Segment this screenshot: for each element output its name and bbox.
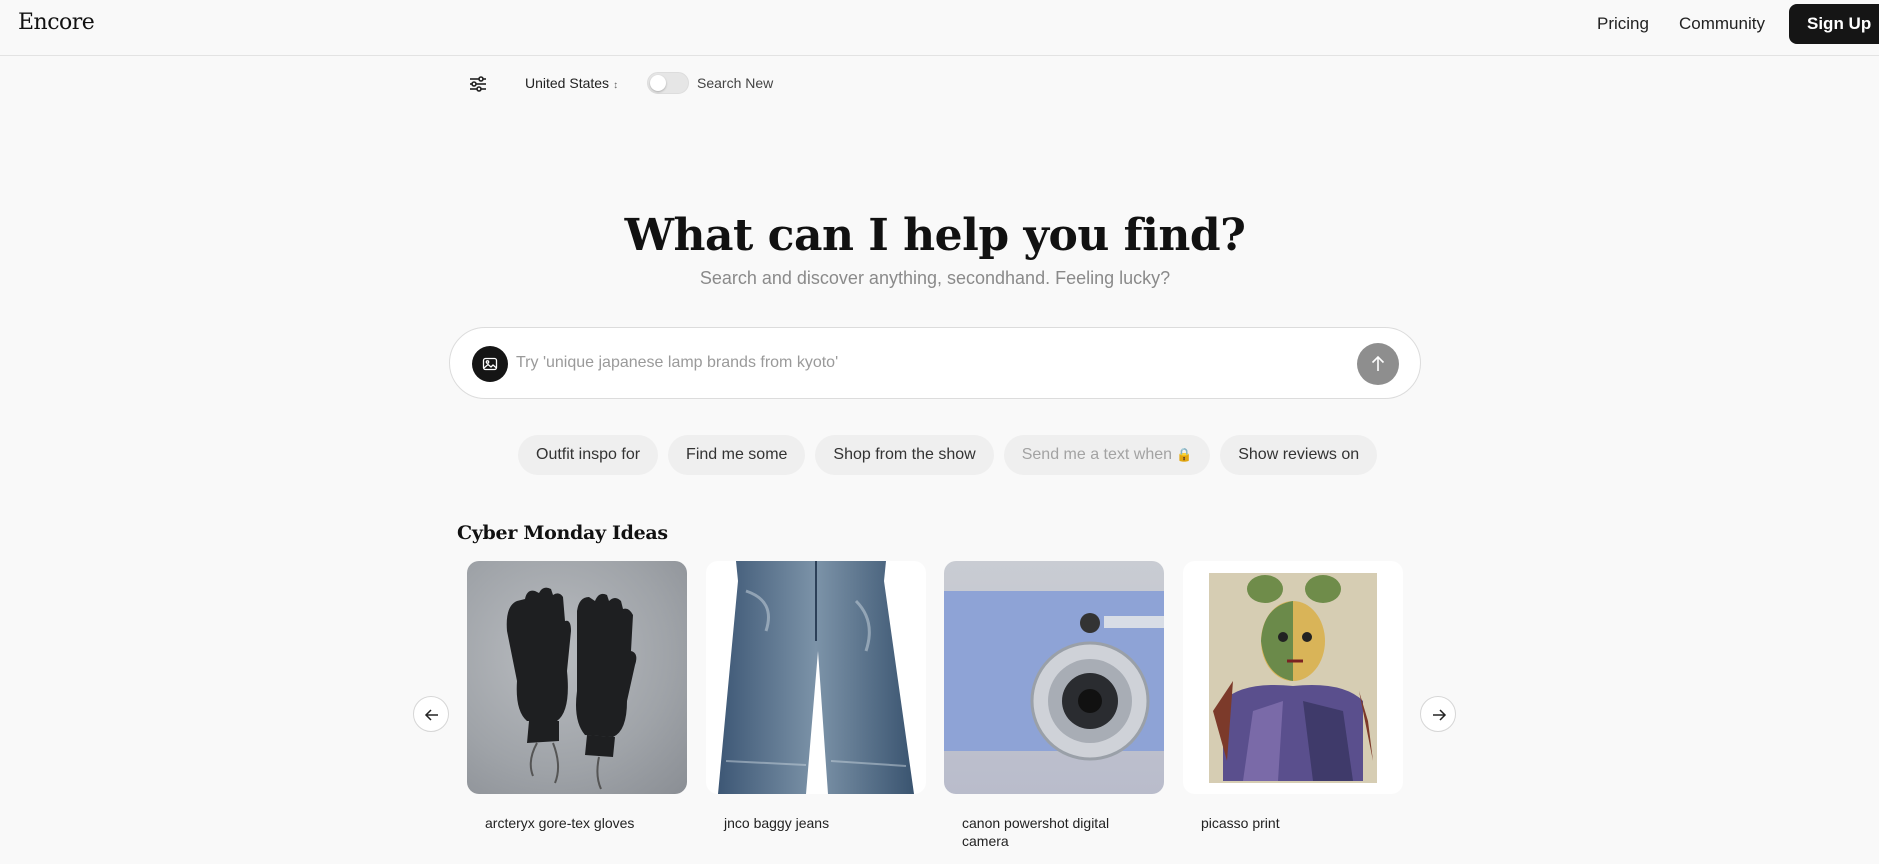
lock-icon: 🔒 (1176, 447, 1193, 462)
nav-link-community[interactable]: Community (1679, 14, 1765, 34)
painting-image (1183, 561, 1403, 794)
search-new-toggle[interactable] (647, 72, 689, 94)
product-card-label: arcteryx gore-tex gloves (485, 815, 635, 831)
search-submit-button[interactable] (1357, 343, 1399, 385)
chip-find-me-some[interactable]: Find me some (668, 435, 806, 475)
suggestion-chips: Outfit inspo for Find me some Shop from … (518, 435, 1378, 475)
jeans-image (706, 561, 926, 794)
arrow-up-icon (1371, 355, 1385, 371)
product-card[interactable]: jnco baggy jeans (706, 561, 926, 832)
arrow-right-icon (1433, 709, 1447, 721)
brand-logo[interactable]: Encore (18, 10, 95, 35)
gloves-image (467, 561, 687, 794)
image-upload-button[interactable] (472, 346, 508, 382)
hero-title: What can I help you find? (624, 210, 1246, 261)
chip-outfit-inspo[interactable]: Outfit inspo for (518, 435, 659, 475)
search-new-label: Search New (697, 75, 774, 91)
search-input[interactable] (516, 350, 1316, 376)
chip-send-text-label: Send me a text when (1021, 446, 1173, 463)
top-navigation: Encore Pricing Community Sign Up (0, 0, 1879, 56)
chip-shop-from-show[interactable]: Shop from the show (815, 435, 994, 475)
product-card[interactable]: canon powershot digital camera (944, 561, 1164, 850)
hero-subtitle: Search and discover anything, secondhand… (699, 268, 1171, 288)
filters-icon[interactable] (468, 74, 488, 94)
search-box (449, 327, 1421, 399)
product-card[interactable]: arcteryx gore-tex gloves (467, 561, 687, 832)
product-card-label: jnco baggy jeans (724, 815, 830, 831)
nav-link-pricing[interactable]: Pricing (1597, 14, 1649, 34)
chip-show-reviews[interactable]: Show reviews on (1220, 435, 1378, 475)
country-select[interactable]: United States ↕ (525, 75, 618, 91)
arrow-left-icon (424, 709, 438, 721)
country-select-value: United States (525, 75, 610, 91)
product-card-label: picasso print (1201, 815, 1280, 831)
carousel-next-button[interactable] (1420, 696, 1456, 732)
section-title: Cyber Monday Ideas (457, 522, 668, 544)
camera-image (944, 561, 1164, 794)
carousel-prev-button[interactable] (413, 696, 449, 732)
product-card-label: canon powershot digital camera (962, 815, 1110, 849)
image-icon (482, 357, 498, 371)
chevron-up-down-icon: ↕ (613, 80, 619, 91)
product-card[interactable]: picasso print (1183, 561, 1403, 832)
sign-up-button[interactable]: Sign Up (1789, 4, 1879, 44)
toggle-knob (650, 75, 666, 91)
chip-send-text[interactable]: Send me a text when 🔒 (1003, 435, 1211, 475)
